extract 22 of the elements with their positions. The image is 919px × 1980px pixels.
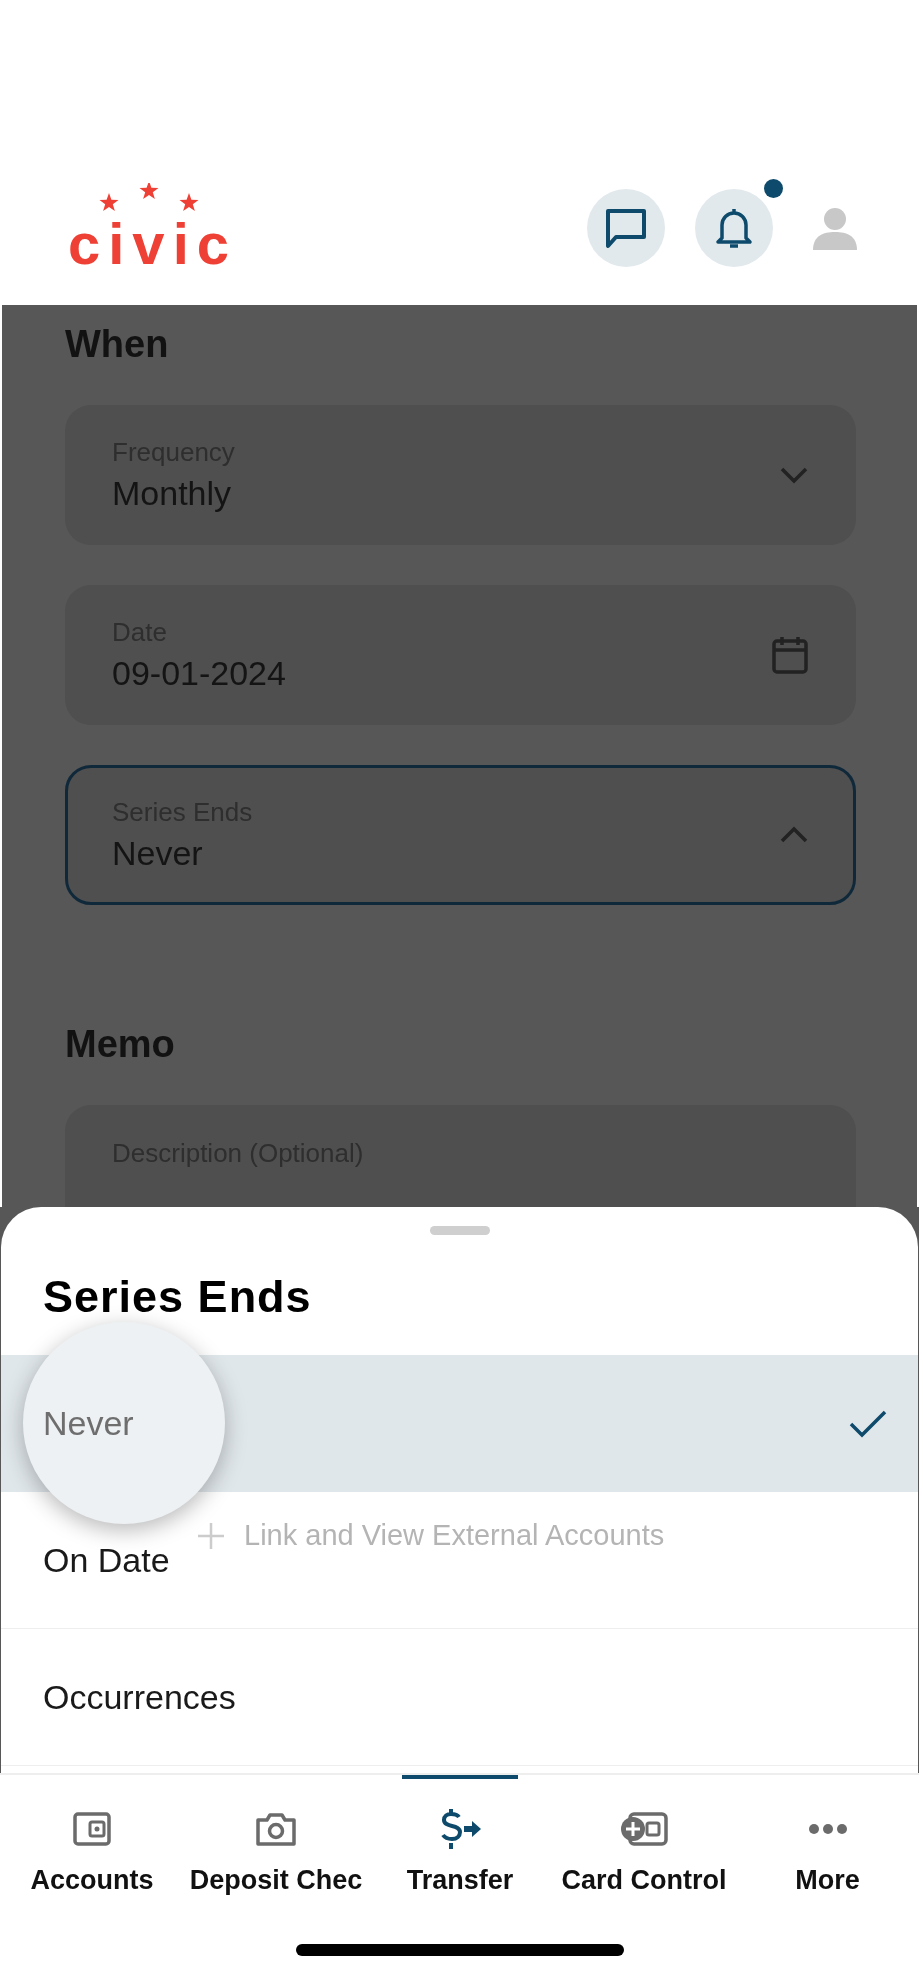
nav-tab[interactable]: Transfer [402, 1775, 518, 1900]
section-heading: When [65, 322, 170, 367]
camera-icon [256, 1812, 296, 1846]
checkmark-icon [848, 1408, 888, 1439]
plus-icon [196, 1520, 226, 1551]
field-value: 09-01-2024 [112, 654, 287, 693]
logo-text: civic [68, 214, 237, 273]
nav-tab[interactable]: More [736, 1775, 919, 1900]
field-value: Monthly [112, 474, 233, 513]
section-heading: Memo [65, 1022, 176, 1067]
nav-tab[interactable]: Accounts [0, 1775, 184, 1900]
calendar-icon [771, 635, 809, 675]
option-row[interactable]: Occurrences [1, 1629, 918, 1766]
field-value: Never [112, 834, 204, 873]
nav-tab[interactable]: Deposit Chec [184, 1775, 368, 1900]
wallet-icon [73, 1812, 111, 1846]
card-plus-icon [620, 1810, 668, 1848]
sheet-title: Series Ends [42, 1270, 313, 1324]
chat-icon [604, 206, 648, 249]
nav-tab[interactable]: Card Control [552, 1775, 736, 1900]
more-icon [807, 1823, 848, 1835]
drag-handle[interactable] [429, 1226, 490, 1235]
